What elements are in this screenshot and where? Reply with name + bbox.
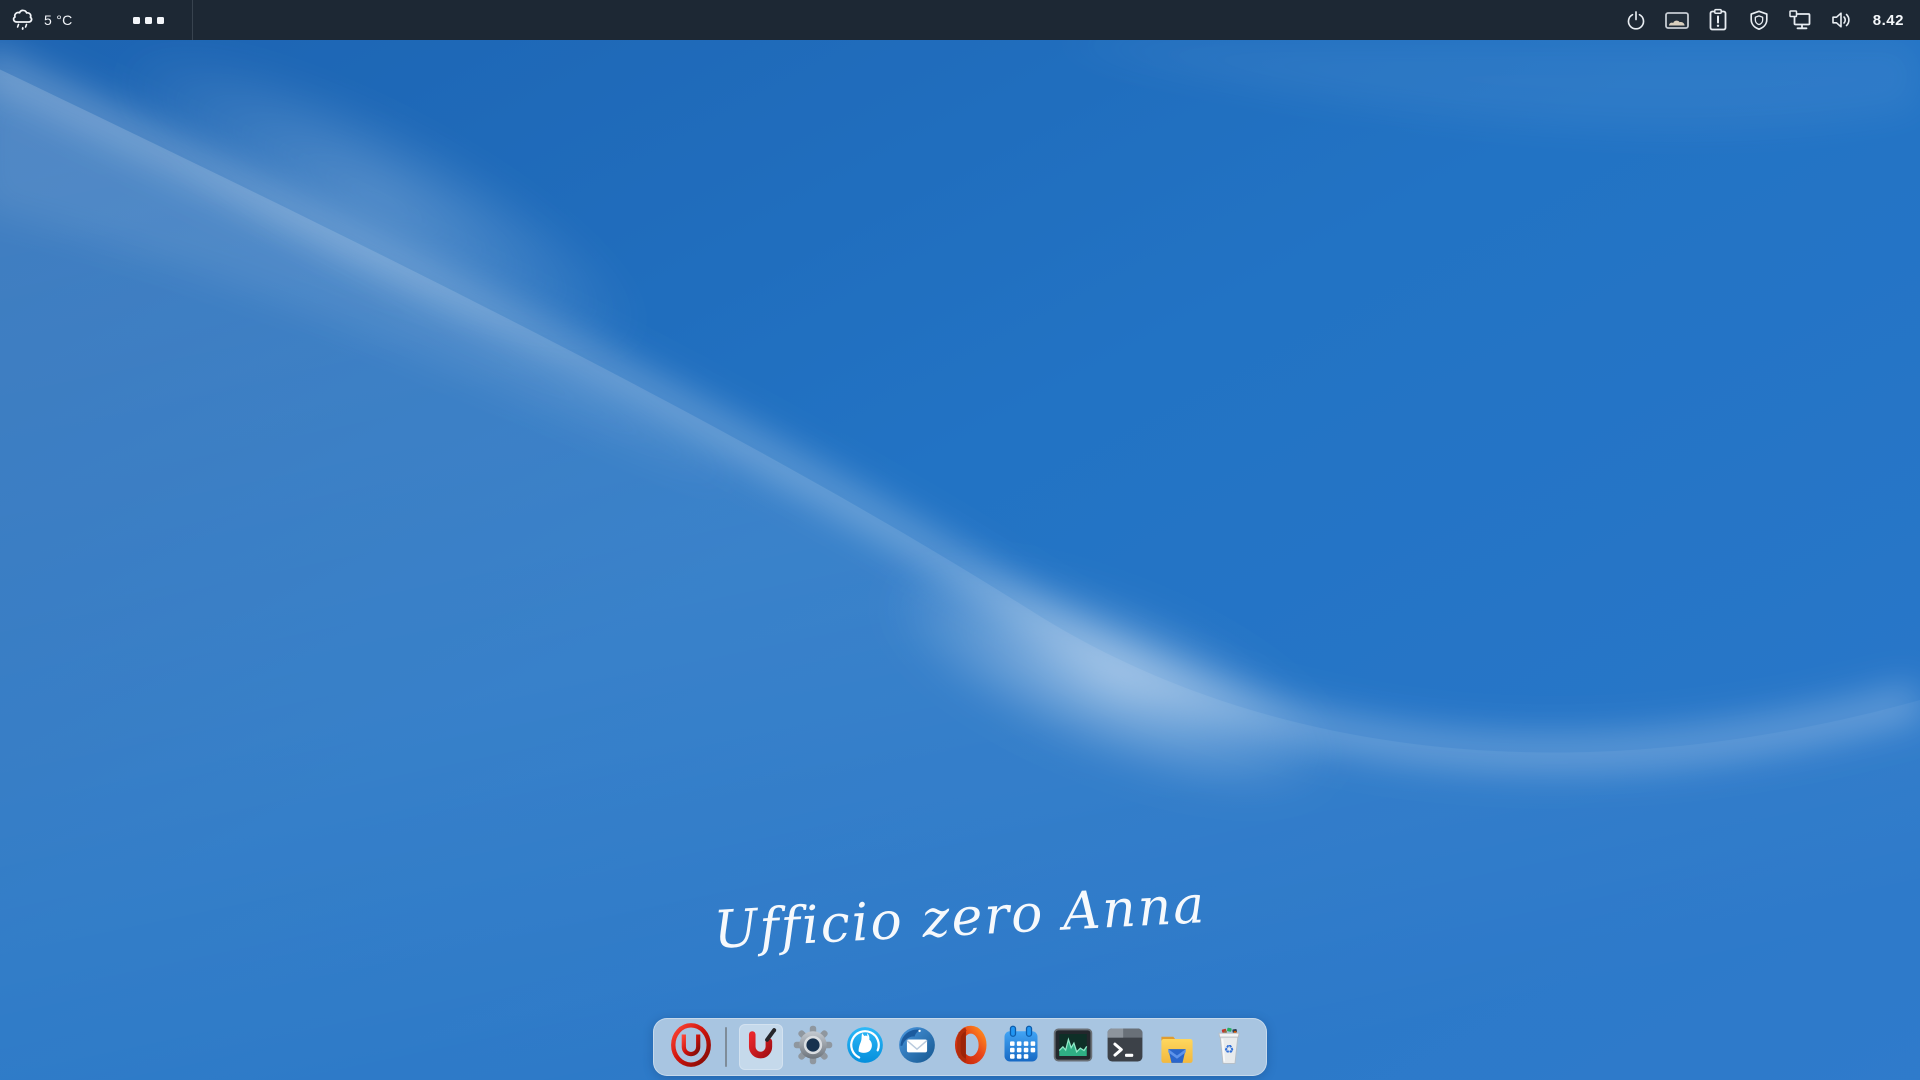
terminal-icon (1103, 1024, 1147, 1071)
system-tray: 8.42 (1623, 0, 1920, 40)
ufficiozero-logo-icon (668, 1022, 714, 1073)
weather-temperature: 5 °C (44, 12, 73, 28)
dock-item-librewolf[interactable] (843, 1024, 887, 1070)
wallpaper (0, 40, 1920, 1080)
ufficiozero-pen-icon (740, 1024, 782, 1071)
dock: ♻ (653, 1018, 1267, 1076)
dock-item-calendar[interactable] (999, 1024, 1043, 1070)
gear-icon (791, 1023, 835, 1072)
thunderbird-icon (895, 1023, 939, 1072)
office-icon (948, 1024, 990, 1071)
dock-item-office[interactable] (947, 1024, 991, 1070)
power-icon[interactable] (1623, 7, 1649, 33)
desktop-screen: Ufficio zero Anna 5 °C (0, 0, 1920, 1080)
clock[interactable]: 8.42 (1873, 12, 1904, 29)
trash-full-icon: ♻ (1208, 1023, 1250, 1072)
dock-item-system-monitor[interactable] (1051, 1024, 1095, 1070)
security-shield-icon[interactable] (1746, 7, 1772, 33)
dock-item-thunderbird[interactable] (895, 1024, 939, 1070)
panel-overflow-button[interactable] (133, 0, 164, 40)
dock-item-ufficiozero-menu[interactable] (669, 1024, 713, 1070)
top-panel: 5 °C (0, 0, 1920, 40)
dock-item-terminal[interactable] (1103, 1024, 1147, 1070)
panel-separator (192, 0, 193, 40)
three-dots-icon (133, 17, 140, 24)
dock-separator (725, 1027, 727, 1067)
cloud-rain-icon (8, 3, 38, 38)
dock-item-ufficiozero-launcher[interactable] (739, 1024, 783, 1070)
dock-item-file-manager[interactable] (1155, 1024, 1199, 1070)
file-manager-icon (1155, 1024, 1199, 1071)
clipboard-alert-icon[interactable] (1705, 7, 1731, 33)
display-wallpaper-icon[interactable] (1664, 7, 1690, 33)
svg-text:♻: ♻ (1224, 1041, 1234, 1055)
calendar-icon (999, 1023, 1043, 1072)
dock-item-settings[interactable] (791, 1024, 835, 1070)
dock-item-trash[interactable]: ♻ (1207, 1024, 1251, 1070)
librewolf-icon (843, 1023, 887, 1072)
volume-icon[interactable] (1828, 7, 1854, 33)
weather-widget[interactable]: 5 °C (8, 0, 73, 40)
network-computer-icon[interactable] (1787, 7, 1813, 33)
system-monitor-icon (1051, 1024, 1095, 1071)
